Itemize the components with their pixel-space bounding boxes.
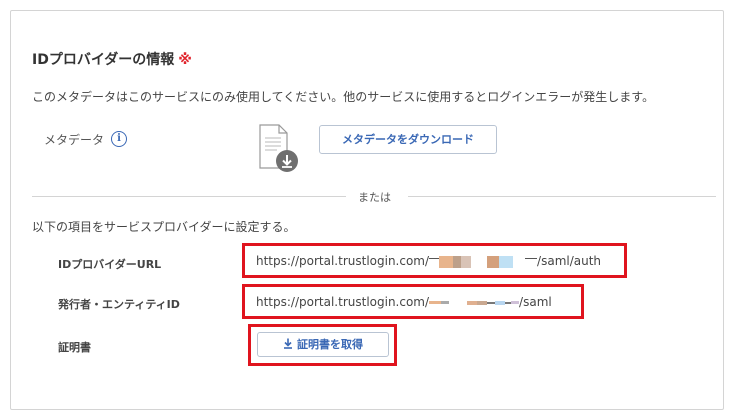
idp-url-label: IDプロバイダーURL <box>58 258 162 271</box>
separator-text: または <box>358 191 391 204</box>
redacted-segment <box>461 255 472 268</box>
download-icon <box>284 338 292 349</box>
manual-instruction: 以下の項目をサービスプロバイダーに設定する。 <box>32 220 296 234</box>
redacted-segment <box>453 255 462 268</box>
redacted-segment <box>511 301 520 304</box>
separator-line-left <box>32 196 346 197</box>
section-title: IDプロバイダーの情報 ※ <box>32 49 192 69</box>
metadata-label: メタデータ <box>44 133 105 147</box>
redacted-segment <box>525 258 538 259</box>
redacted-segment <box>477 300 488 305</box>
document-download-icon <box>257 124 301 176</box>
redacted-segment <box>499 255 514 268</box>
get-certificate-label: 証明書を取得 <box>297 338 363 351</box>
idp-url-value: https://portal.trustlogin.com/ /saml/auth <box>256 254 601 268</box>
get-certificate-button[interactable]: 証明書を取得 <box>257 332 389 357</box>
redacted-segment <box>429 301 442 304</box>
redacted-segment <box>471 256 487 268</box>
redacted-segment <box>487 255 500 268</box>
issuer-suffix: /saml <box>519 295 552 309</box>
redacted-segment <box>495 300 506 305</box>
redacted-segment <box>487 301 496 304</box>
redacted-segment <box>513 256 525 268</box>
idp-url-prefix: https://portal.trustlogin.com/ <box>256 254 430 268</box>
redacted-segment <box>439 255 454 268</box>
issuer-prefix: https://portal.trustlogin.com/ <box>256 295 430 309</box>
separator-line-right <box>408 196 716 197</box>
redacted-segment <box>429 258 440 259</box>
download-metadata-button[interactable]: メタデータをダウンロード <box>319 125 497 154</box>
required-mark: ※ <box>178 52 192 68</box>
redacted-segment <box>441 301 450 304</box>
section-title-text: IDプロバイダーの情報 <box>32 52 175 68</box>
issuer-value: https://portal.trustlogin.com/ /saml <box>256 295 552 309</box>
idp-url-suffix: /saml/auth <box>537 254 602 268</box>
redacted-segment <box>467 300 478 305</box>
redacted-segment <box>449 297 467 309</box>
certificate-label: 証明書 <box>58 341 91 354</box>
issuer-label: 発行者・エンティティID <box>58 298 180 311</box>
info-icon[interactable]: i <box>111 131 127 147</box>
section-description: このメタデータはこのサービスにのみ使用してください。他のサービスに使用するとログ… <box>32 90 655 104</box>
